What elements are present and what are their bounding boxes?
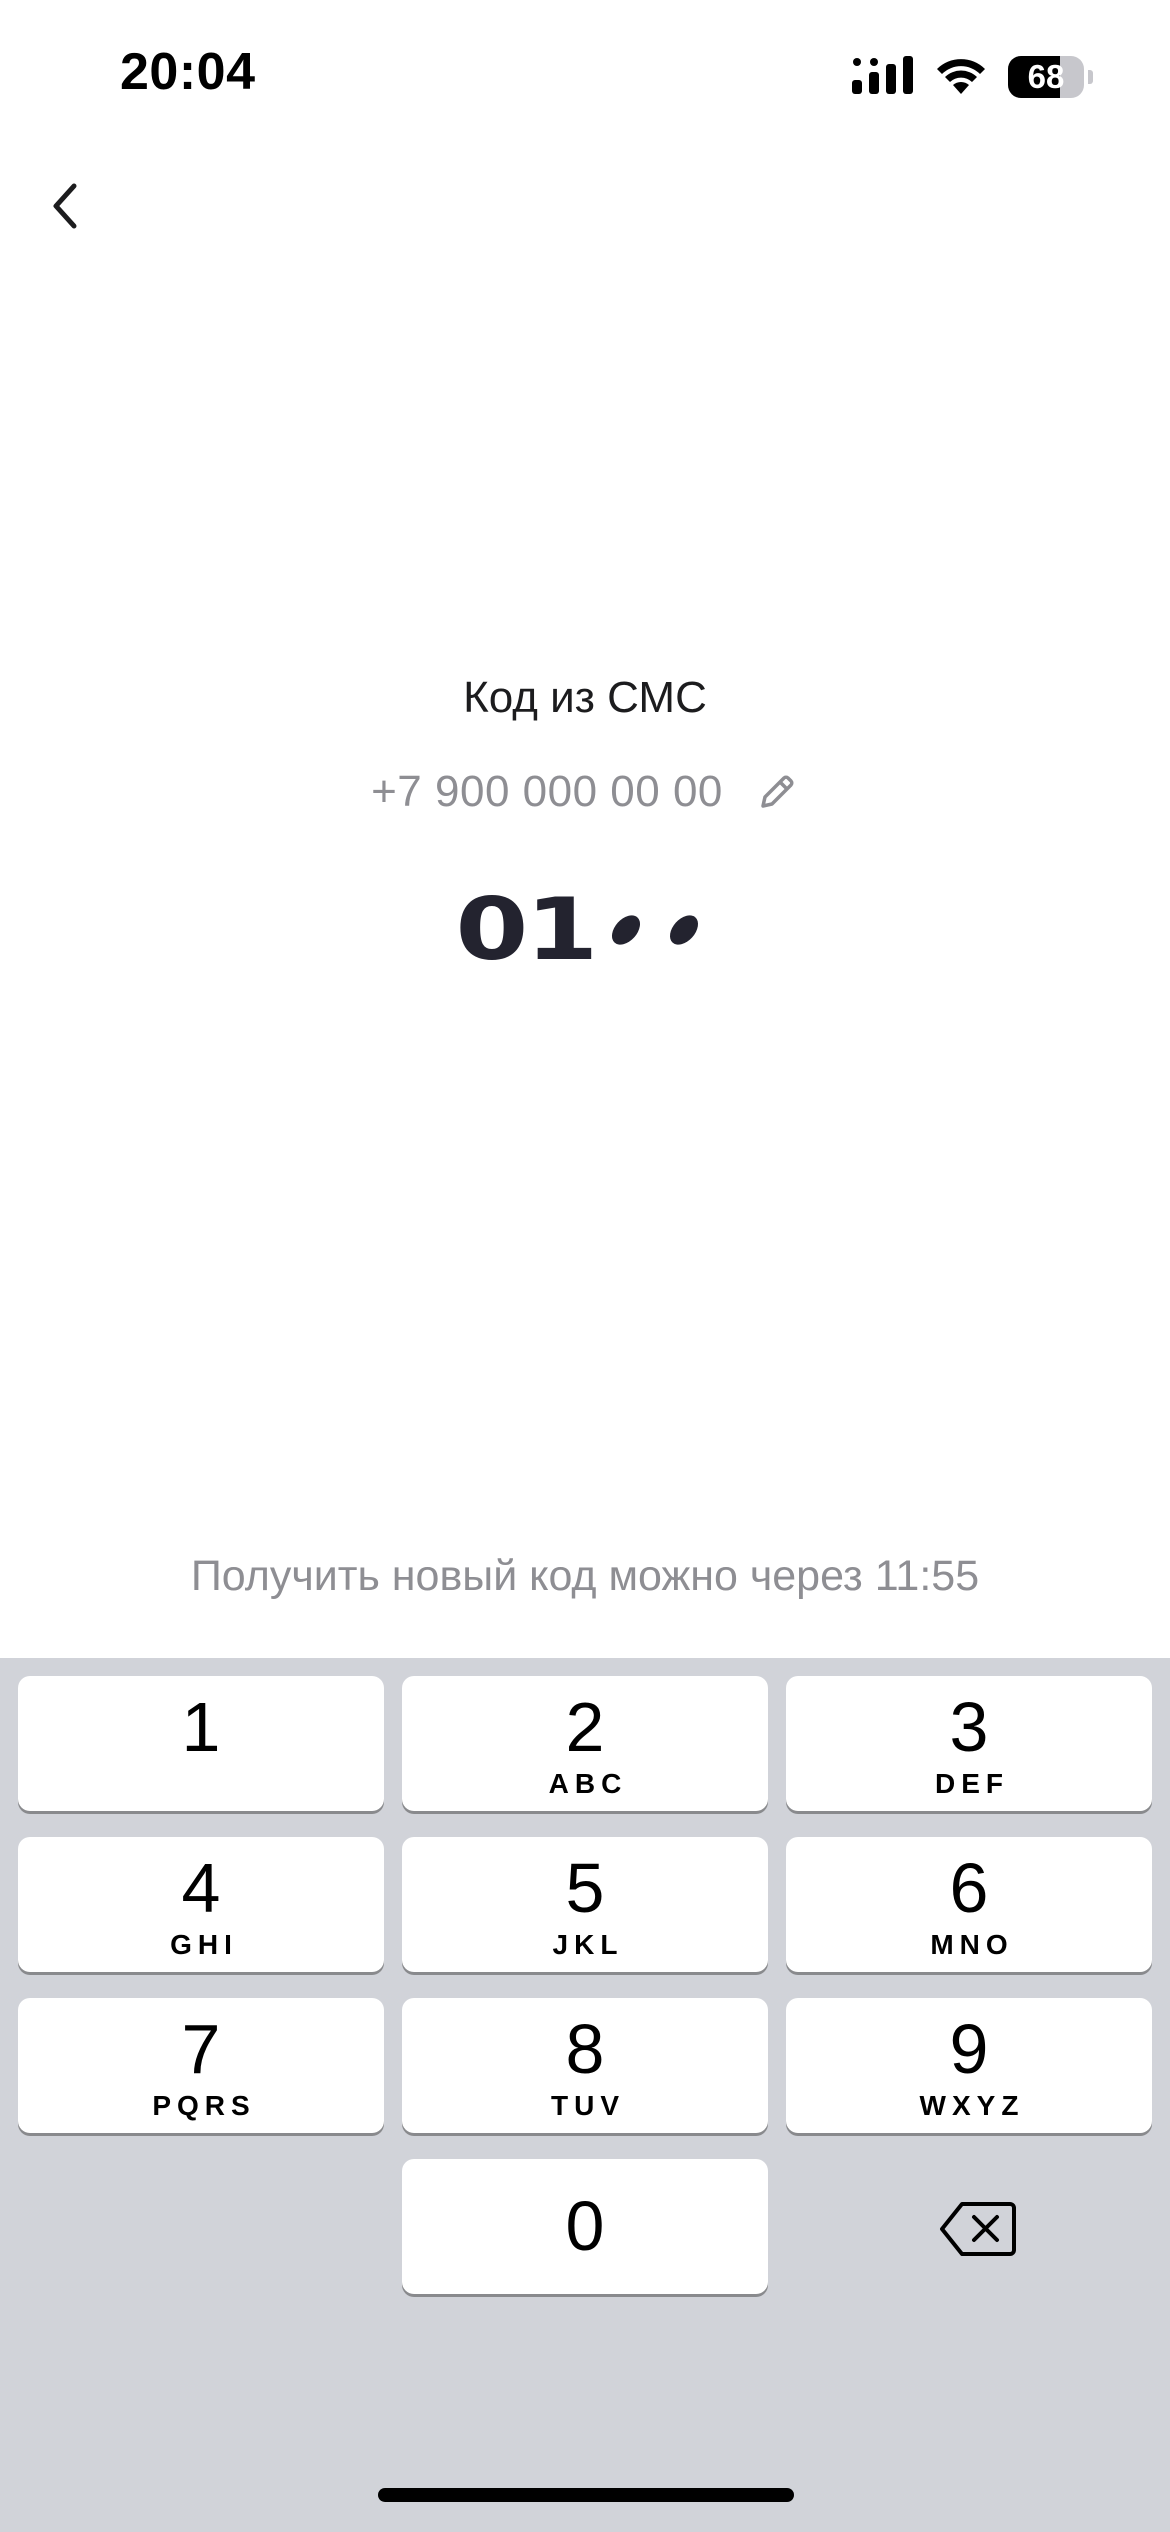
code-digit-1: 0: [455, 880, 529, 980]
key-digit: 9: [949, 2010, 989, 2088]
key-letters: DEF: [935, 1768, 1009, 1799]
key-letters: GHI: [170, 1929, 238, 1960]
key-0[interactable]: 0: [402, 2159, 768, 2294]
delete-button[interactable]: [938, 2198, 1018, 2260]
key-9[interactable]: 9 WXYZ: [786, 1998, 1152, 2133]
wifi-icon: [937, 59, 985, 94]
resend-timer-text: Получить новый код можно через 11:55: [190, 1552, 980, 1600]
backspace-icon: [940, 2202, 1016, 2256]
chevron-left-icon: [53, 183, 77, 229]
numeric-keyboard: 1 2 ABC 3 DEF 4 GHI 5 JKL 6 MNO 7 PQRS 8…: [0, 1658, 1170, 2532]
key-digit: 6: [949, 1849, 989, 1927]
key-letters: MNO: [930, 1929, 1014, 1960]
key-6[interactable]: 6 MNO: [786, 1837, 1152, 1972]
key-digit: 3: [949, 1688, 989, 1766]
key-digit: 1: [181, 1688, 221, 1766]
key-4[interactable]: 4 GHI: [18, 1837, 384, 1972]
key-8[interactable]: 8 TUV: [402, 1998, 768, 2133]
code-digit-2: 1: [525, 880, 599, 980]
key-digit: 8: [565, 2010, 605, 2088]
key-digit: 0: [565, 2187, 605, 2265]
key-3[interactable]: 3 DEF: [786, 1676, 1152, 1811]
battery-percent: 68: [1027, 58, 1065, 95]
key-letters: WXYZ: [919, 2090, 1025, 2121]
key-5[interactable]: 5 JKL: [402, 1837, 768, 1972]
code-placeholder-3: [606, 910, 646, 950]
key-letters: TUV: [551, 2090, 625, 2121]
edit-phone-button[interactable]: [755, 770, 799, 814]
phone-number: +7 900 000 00 00: [371, 767, 723, 816]
key-7[interactable]: 7 PQRS: [18, 1998, 384, 2133]
key-letters: JKL: [552, 1929, 624, 1960]
key-digit: 2: [565, 1688, 605, 1766]
battery-icon: 68: [1008, 56, 1093, 98]
back-button[interactable]: [40, 170, 96, 242]
key-digit: 4: [181, 1849, 221, 1927]
code-placeholder-4: [664, 910, 704, 950]
key-2[interactable]: 2 ABC: [402, 1676, 768, 1811]
key-1[interactable]: 1: [18, 1676, 384, 1811]
phone-row: +7 900 000 00 00: [0, 762, 1170, 822]
status-time: 20:04: [120, 43, 256, 101]
status-bar: 20:04 68: [0, 0, 1170, 150]
page-title: Код из СМС: [463, 673, 707, 722]
key-letters: ABC: [548, 1768, 628, 1799]
key-letters: PQRS: [152, 2090, 256, 2121]
key-digit: 5: [565, 1849, 605, 1927]
sms-code-input[interactable]: 0 1: [0, 880, 1170, 980]
pencil-icon: [761, 775, 794, 808]
signal-icon: [852, 56, 913, 94]
home-indicator[interactable]: [378, 2488, 794, 2502]
key-digit: 7: [181, 2010, 221, 2088]
